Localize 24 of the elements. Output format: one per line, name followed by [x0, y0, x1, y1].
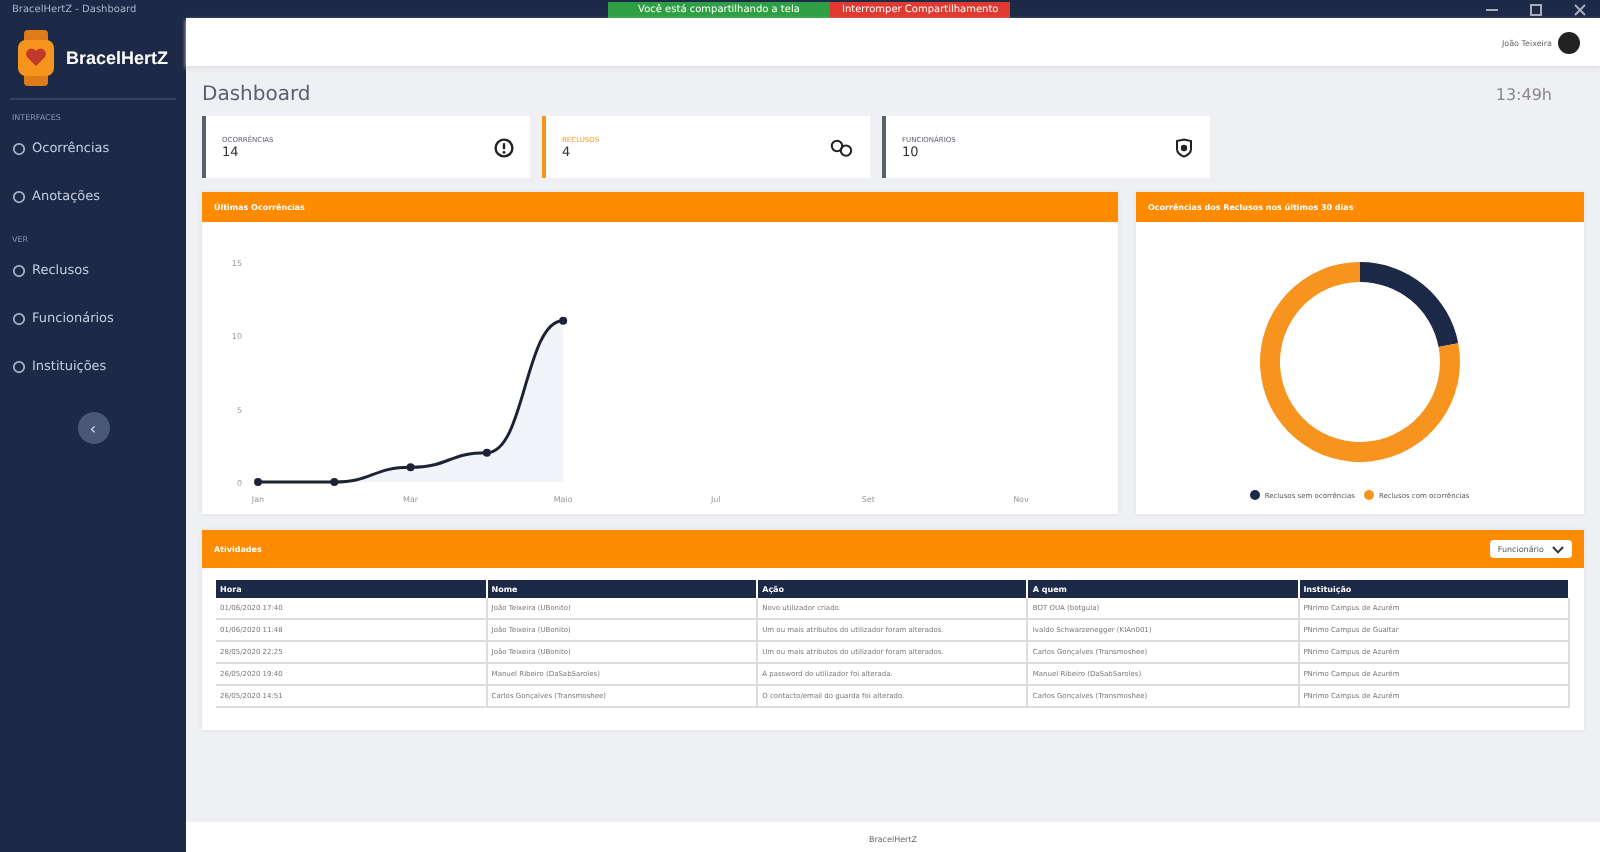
close-icon[interactable]	[1572, 3, 1588, 15]
data-point	[406, 463, 415, 472]
data-point	[330, 478, 339, 486]
minimize-icon[interactable]	[1484, 3, 1500, 15]
nav-icon	[12, 141, 26, 155]
legend-dot	[1364, 490, 1375, 500]
shield-icon	[1174, 137, 1194, 157]
brand-name: BracelHertZ	[66, 48, 169, 68]
nav-icon	[12, 311, 26, 325]
legend-dot	[1250, 490, 1261, 500]
alert-icon	[494, 137, 514, 157]
nav-icon	[12, 189, 26, 203]
caret-icon	[1552, 545, 1564, 553]
nav-icon	[12, 263, 26, 277]
collapse-button[interactable]: ‹	[77, 412, 109, 444]
watch-icon	[14, 30, 58, 86]
data-point	[254, 478, 262, 486]
page-title: Dashboard	[202, 84, 311, 106]
data-point	[559, 316, 568, 325]
data-point	[482, 448, 491, 457]
avatar-icon[interactable]	[1558, 31, 1580, 53]
maximize-icon[interactable]	[1528, 3, 1544, 15]
clock-time: 13:49h	[1495, 86, 1552, 104]
nav-icon	[12, 359, 26, 373]
